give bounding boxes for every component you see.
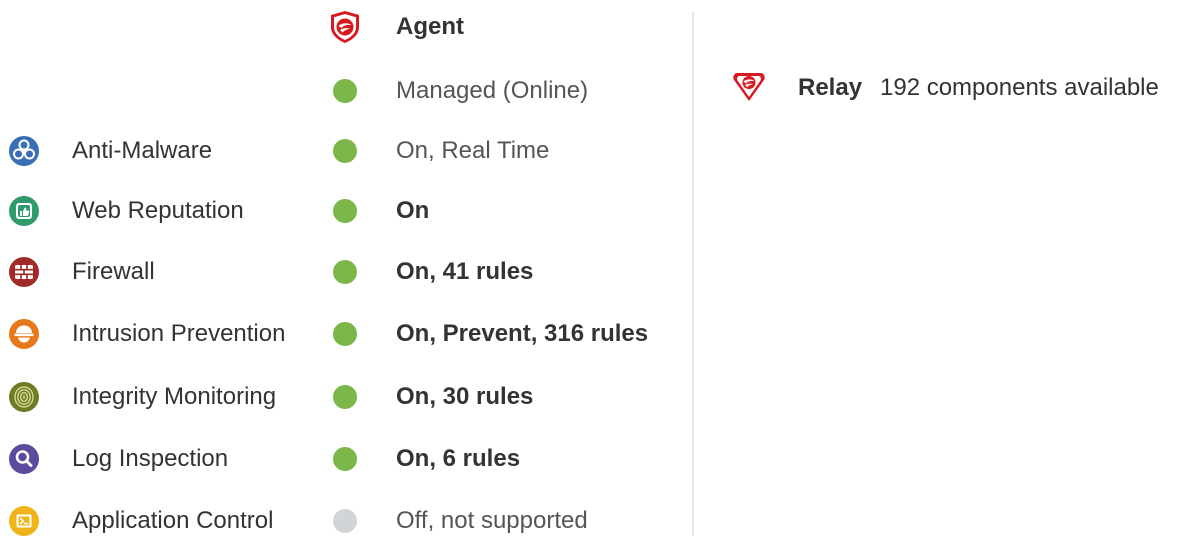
- biohazard-icon: [9, 136, 39, 166]
- relay-components-count: 192 components available: [880, 74, 1159, 101]
- module-status: On, Prevent, 316 rules: [396, 320, 649, 347]
- module-row-integrity-monitoring: Integrity Monitoring On, 30 rules: [0, 377, 692, 417]
- module-label[interactable]: Intrusion Prevention: [72, 314, 285, 354]
- module-row-web-reputation: Web Reputation On: [0, 191, 692, 231]
- magnifier-icon: [9, 444, 39, 474]
- module-row-intrusion-prevention: Intrusion Prevention On, Prevent, 316 ru…: [0, 314, 692, 354]
- thumbs-up-icon: [9, 196, 39, 226]
- module-label[interactable]: Firewall: [72, 252, 155, 292]
- module-status: On, Real Time: [396, 137, 550, 164]
- intrusion-prevention-icon: [9, 319, 39, 349]
- status-dot-on: [333, 447, 357, 471]
- module-row-firewall: Firewall On, 41 rules: [0, 252, 692, 292]
- fingerprint-icon: [9, 382, 39, 412]
- module-status: On, 30 rules: [396, 383, 534, 410]
- status-dot-on: [333, 385, 357, 409]
- managed-status-dot: [333, 79, 357, 103]
- status-dot-on: [333, 139, 357, 163]
- module-status: On: [396, 197, 430, 224]
- trend-micro-shield-icon: [331, 11, 359, 43]
- managed-status-row: Managed (Online): [0, 71, 692, 111]
- brick-wall-icon: [9, 257, 39, 287]
- module-row-log-inspection: Log Inspection On, 6 rules: [0, 439, 692, 479]
- agent-title: Agent: [396, 13, 464, 40]
- panel-divider: [692, 12, 694, 536]
- module-label[interactable]: Integrity Monitoring: [72, 377, 276, 417]
- status-dot-on: [333, 199, 357, 223]
- module-row-application-control: Application Control Off, not supported: [0, 501, 692, 541]
- module-label[interactable]: Anti-Malware: [72, 131, 212, 171]
- module-status: On, 6 rules: [396, 445, 521, 472]
- status-dot-on: [333, 322, 357, 346]
- relay-row: Relay 192 components available: [730, 66, 1191, 110]
- module-status: Off, not supported: [396, 507, 588, 534]
- status-dot-off: [333, 509, 357, 533]
- trend-micro-relay-icon: [733, 73, 765, 101]
- module-label[interactable]: Web Reputation: [72, 191, 244, 231]
- relay-label: Relay: [798, 74, 863, 101]
- app-window-icon: [9, 506, 39, 536]
- module-status: On, 41 rules: [396, 258, 534, 285]
- protection-modules-panel: Agent Managed (Online) Anti-Malware On, …: [0, 0, 692, 536]
- agent-header-row: Agent: [0, 7, 692, 47]
- managed-status-text: Managed (Online): [396, 77, 589, 104]
- module-label[interactable]: Application Control: [72, 501, 273, 541]
- module-row-anti-malware: Anti-Malware On, Real Time: [0, 131, 692, 171]
- module-label[interactable]: Log Inspection: [72, 439, 228, 479]
- status-dot-on: [333, 260, 357, 284]
